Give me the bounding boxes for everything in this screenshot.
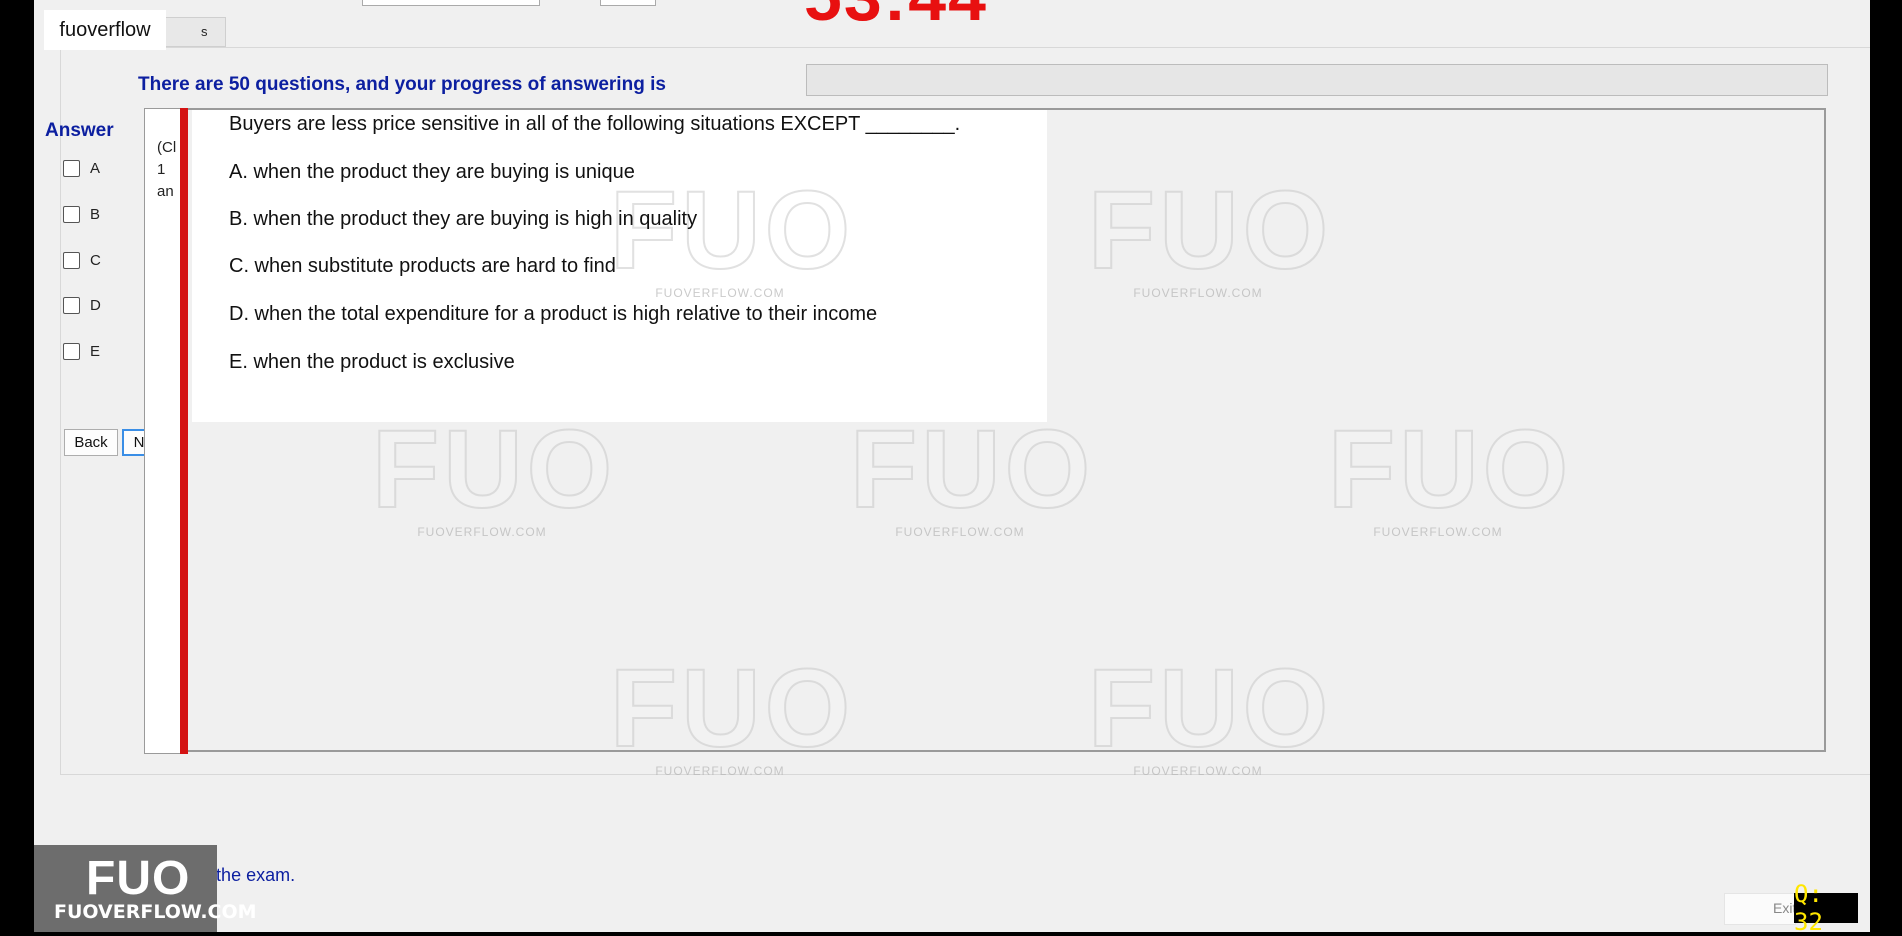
choice-b: B. when the product they are buying is h… [229,208,698,230]
answer-title: Answer [45,120,114,141]
option-label: D [90,297,101,314]
progress-bar [806,64,1828,96]
choice-d: D. when the total expenditure for a prod… [229,303,878,325]
choice-e: E. when the product is exclusive [229,351,515,373]
top-field[interactable] [362,0,540,6]
side-line: 1 [157,161,166,178]
side-line: an [157,183,174,200]
option-label: B [90,206,101,223]
option-label: C [90,252,101,269]
choice-a: A. when the product they are buying is u… [229,161,635,183]
option-a[interactable]: A [63,160,100,177]
tab-header[interactable]: s [164,17,226,47]
option-label: A [90,160,101,177]
panel-splitter[interactable] [180,108,188,754]
checkbox-b[interactable] [63,206,80,223]
checkbox-d[interactable] [63,297,80,314]
brand-site: FUOVERFLOW.COM [54,901,257,923]
checkbox-a[interactable] [63,160,80,177]
progress-label: There are 50 questions, and your progres… [138,74,666,95]
exit-label: Exit [1773,900,1797,916]
choice-c: C. when substitute products are hard to … [229,255,616,277]
checkbox-c[interactable] [63,252,80,269]
side-info-panel: (Cl 1 an [144,108,184,754]
checkbox-e[interactable] [63,343,80,360]
tab-label: s [201,24,208,39]
exit-button[interactable]: Exit [1724,893,1796,925]
user-badge: fuoverflow [44,10,166,50]
brand-logo: FUO FUOVERFLOW.COM [34,845,257,932]
countdown-timer: 53:44 [804,0,988,36]
option-c[interactable]: C [63,252,101,269]
top-field-small[interactable] [600,0,656,6]
option-label: E [90,343,101,360]
option-d[interactable]: D [63,297,101,314]
question-number-badge: Q: 32 [1794,880,1858,936]
question-text: Buyers are less price sensitive in all o… [229,113,961,135]
option-e[interactable]: E [63,343,100,360]
back-button[interactable]: Back [64,429,118,456]
side-line: (Cl [157,139,177,156]
brand-logo-text: FUO [86,852,191,905]
option-b[interactable]: B [63,206,100,223]
